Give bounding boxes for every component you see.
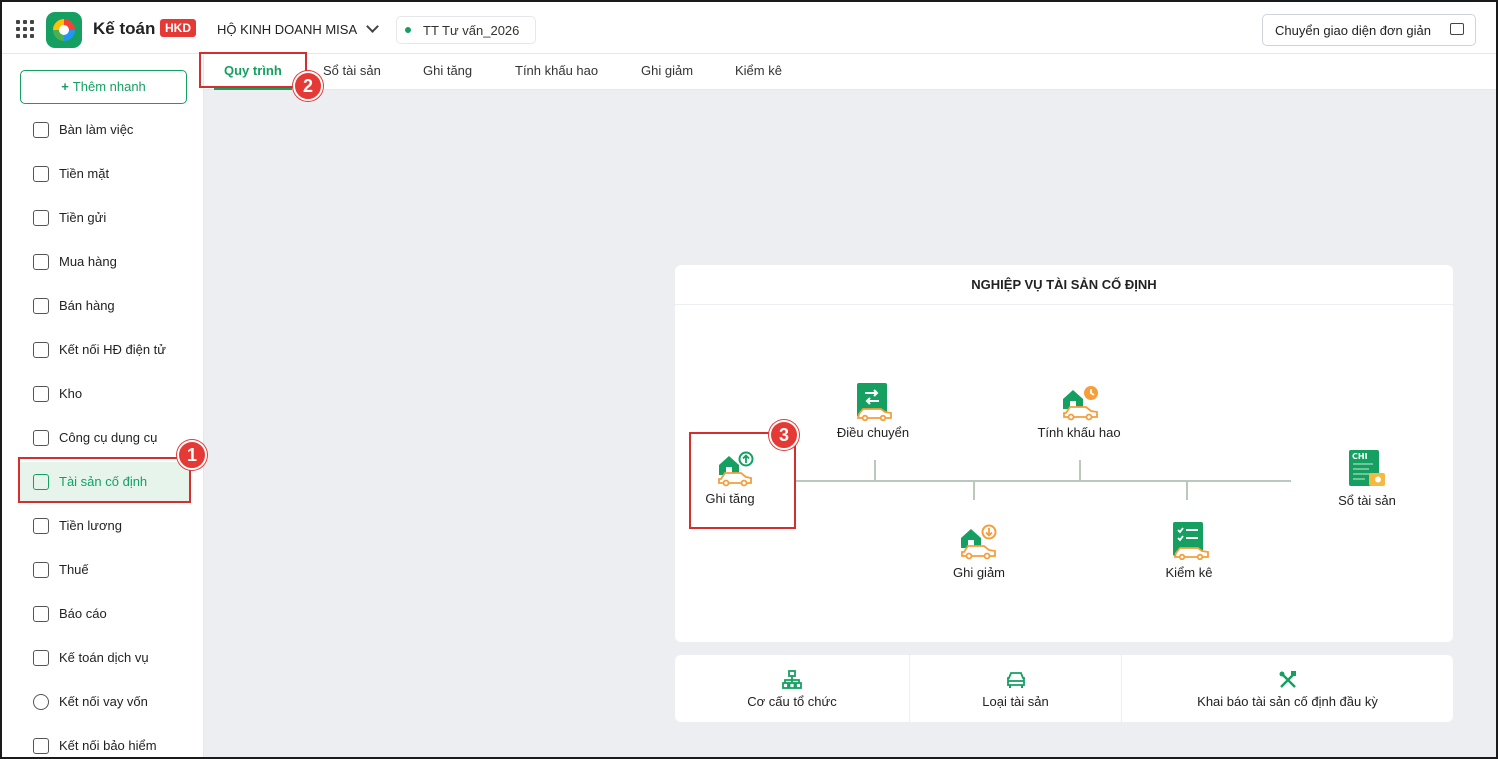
box-icon xyxy=(33,386,49,402)
shortcut-bar: Cơ cấu tổ chức Loại tài sản Khai báo tài… xyxy=(675,655,1453,722)
company-selector[interactable]: HỘ KINH DOANH MISA xyxy=(217,22,357,37)
sidebar-item-label: Bàn làm việc xyxy=(59,122,134,137)
link-icon xyxy=(33,694,49,710)
sidebar-item-ket-noi-hd[interactable]: Kết nối HĐ điện tử xyxy=(20,330,190,370)
asset-decrease-icon[interactable] xyxy=(958,520,998,560)
app-grid-icon[interactable] xyxy=(16,20,34,38)
sidebar-item-label: Kết nối bảo hiểm xyxy=(59,738,157,753)
tag-icon xyxy=(33,298,49,314)
chevron-down-icon[interactable] xyxy=(366,20,379,33)
sidebar-item-label: Kết nối vay vốn xyxy=(59,694,148,709)
sidebar-item-label: Tiền mặt xyxy=(59,166,110,181)
ledger-icon-text: CHI xyxy=(1352,452,1368,461)
sidebar-item-label: Kết nối HĐ điện tử xyxy=(59,342,166,357)
briefcase-icon xyxy=(33,650,49,666)
process-title: NGHIỆP VỤ TÀI SẢN CỐ ĐỊNH xyxy=(675,265,1453,305)
shortcut-label: Khai báo tài sản cố định đầu kỳ xyxy=(1197,694,1378,709)
shortcut-co-cau-to-chuc[interactable]: Cơ cấu tổ chức xyxy=(675,655,909,722)
flow-connector xyxy=(874,460,876,480)
sidebar: + Thêm nhanh Bàn làm việc Tiền mặt Tiền g… xyxy=(2,54,204,757)
org-chart-icon xyxy=(782,670,802,689)
shortcut-label: Cơ cấu tổ chức xyxy=(747,694,837,709)
sidebar-item-label: Kho xyxy=(59,386,83,401)
misa-logo-icon xyxy=(46,12,82,48)
tab-kiem-ke[interactable]: Kiểm kê xyxy=(735,54,782,90)
sidebar-item-label: Kế toán dịch vụ xyxy=(59,650,149,665)
status-dot-icon xyxy=(405,27,411,33)
tab-ghi-giam[interactable]: Ghi giảm xyxy=(641,54,693,90)
switch-simple-ui-label: Chuyển giao diện đơn giản xyxy=(1275,23,1431,38)
car-type-icon xyxy=(1006,672,1025,688)
tab-so-tai-san[interactable]: Sổ tài sản xyxy=(323,54,381,90)
receipt-icon xyxy=(33,562,49,578)
sidebar-item-label: Bán hàng xyxy=(59,298,115,313)
sidebar-item-ket-noi-vay-von[interactable]: Kết nối vay vốn xyxy=(20,682,190,722)
sidebar-item-tien-gui[interactable]: Tiền gửi xyxy=(20,198,190,238)
step-badge-1: 1 xyxy=(177,440,207,470)
sidebar-item-label: Mua hàng xyxy=(59,254,117,269)
sidebar-item-tien-mat[interactable]: Tiền mặt xyxy=(20,154,190,194)
node-dieu-chuyen[interactable]: Điều chuyển xyxy=(813,425,933,440)
node-so-tai-san[interactable]: Sổ tài sản xyxy=(1307,493,1427,508)
cart-icon xyxy=(33,254,49,270)
highlight-box-tab xyxy=(199,52,307,88)
sidebar-item-label: Tiền gửi xyxy=(59,210,107,225)
switch-simple-ui-button[interactable]: Chuyển giao diện đơn giản xyxy=(1262,14,1476,46)
app-title: Kế toán xyxy=(93,19,156,38)
monitor-icon xyxy=(1450,23,1464,35)
tab-ghi-tang[interactable]: Ghi tăng xyxy=(423,54,472,90)
wrench-icon xyxy=(33,430,49,446)
flow-connector xyxy=(1079,460,1081,480)
workspace-label: TT Tư vấn_2026 xyxy=(423,23,520,38)
flow-main-line xyxy=(795,480,1291,482)
tools-icon xyxy=(1279,671,1296,688)
workspace-selector[interactable]: TT Tư vấn_2026 xyxy=(396,16,536,44)
money-icon xyxy=(33,518,49,534)
shortcut-khai-bao-dau-ky[interactable]: Khai báo tài sản cố định đầu kỳ xyxy=(1122,655,1453,722)
depreciation-icon[interactable] xyxy=(1060,381,1100,421)
plus-icon: + xyxy=(61,79,69,94)
invoice-icon xyxy=(33,342,49,358)
sidebar-item-label: Công cụ dụng cụ xyxy=(59,430,158,445)
flow-connector xyxy=(973,482,975,500)
card-icon xyxy=(33,210,49,226)
quick-add-button[interactable]: + Thêm nhanh xyxy=(20,70,187,104)
sidebar-item-ban-hang[interactable]: Bán hàng xyxy=(20,286,190,326)
app-window: Kế toán HKD HỘ KINH DOANH MISA TT Tư vấn… xyxy=(0,0,1498,759)
sidebar-item-ket-noi-bao-hiem[interactable]: Kết nối bảo hiểm xyxy=(20,726,190,757)
sidebar-item-bao-cao[interactable]: Báo cáo xyxy=(20,594,190,634)
sidebar-item-label: Tiền lương xyxy=(59,518,122,533)
node-kiem-ke[interactable]: Kiểm kê xyxy=(1129,565,1249,580)
sidebar-item-label: Báo cáo xyxy=(59,606,107,621)
sidebar-item-kho[interactable]: Kho xyxy=(20,374,190,414)
highlight-box-sidebar xyxy=(18,457,191,503)
node-tinh-khau-hao[interactable]: Tính khấu hao xyxy=(1019,425,1139,440)
sidebar-item-tien-luong[interactable]: Tiền lương xyxy=(20,506,190,546)
sidebar-item-cong-cu[interactable]: Công cụ dụng cụ xyxy=(20,418,190,458)
shortcut-label: Loại tài sản xyxy=(982,694,1049,709)
shortcut-loai-tai-san[interactable]: Loại tài sản xyxy=(910,655,1121,722)
sidebar-item-ban-lam-viec[interactable]: Bàn làm việc xyxy=(20,110,190,150)
dashboard-icon xyxy=(33,122,49,138)
sidebar-item-thue[interactable]: Thuế xyxy=(20,550,190,590)
flow-connector xyxy=(1186,482,1188,500)
tab-bar: Quy trình Sổ tài sản Ghi tăng Tính khấu … xyxy=(204,54,1496,90)
top-header: Kế toán HKD HỘ KINH DOANH MISA TT Tư vấn… xyxy=(2,2,1496,54)
tab-tinh-khau-hao[interactable]: Tính khấu hao xyxy=(515,54,598,90)
sidebar-item-ke-toan-dich-vu[interactable]: Kế toán dịch vụ xyxy=(20,638,190,678)
step-badge-2: 2 xyxy=(293,71,323,101)
shield-icon xyxy=(33,738,49,754)
step-badge-3: 3 xyxy=(769,420,799,450)
node-ghi-giam[interactable]: Ghi giảm xyxy=(919,565,1039,580)
hkd-badge: HKD xyxy=(160,19,196,37)
quick-add-label: Thêm nhanh xyxy=(72,79,146,94)
wallet-icon xyxy=(33,166,49,182)
sidebar-item-label: Thuế xyxy=(59,562,89,577)
chart-icon xyxy=(33,606,49,622)
sidebar-item-mua-hang[interactable]: Mua hàng xyxy=(20,242,190,282)
inventory-check-icon[interactable] xyxy=(1170,520,1210,560)
asset-ledger-icon[interactable]: CHI xyxy=(1347,449,1387,489)
asset-transfer-icon[interactable] xyxy=(853,381,893,421)
